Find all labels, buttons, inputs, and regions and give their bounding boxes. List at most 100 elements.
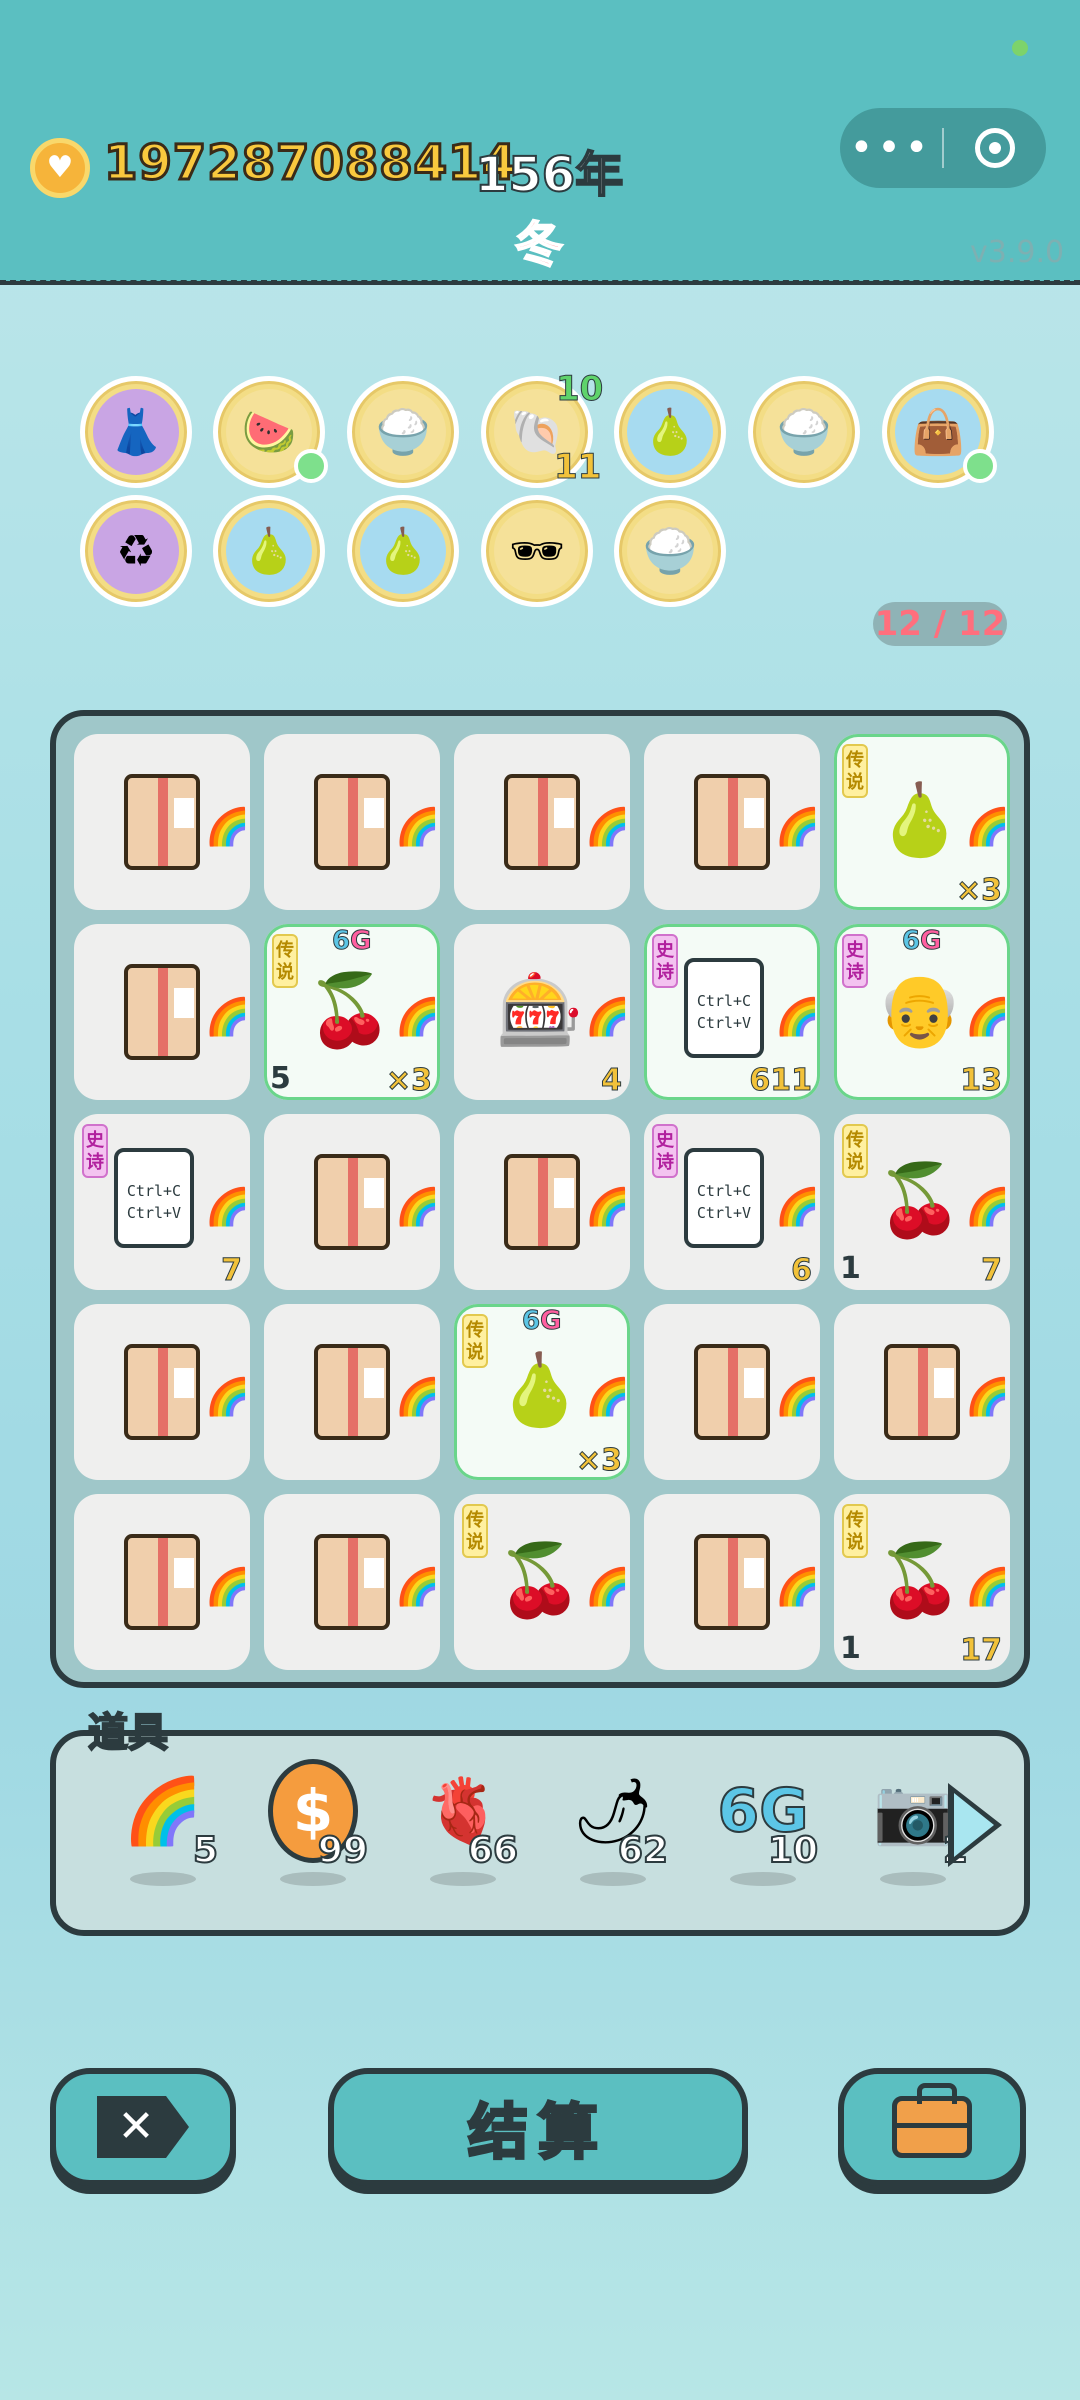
item-level: 1 — [840, 1631, 861, 1666]
board-cell[interactable]: 👴 🌈 史诗 6G 13 — [834, 924, 1010, 1100]
board-cell[interactable]: 🍒 🌈 传说 — [454, 1494, 630, 1670]
board-cell[interactable]: 🌈 — [454, 1114, 630, 1290]
exit-button[interactable]: ✕ — [50, 2068, 236, 2186]
board-cell[interactable]: 🌈 — [264, 1494, 440, 1670]
cardboard-box-icon — [314, 1154, 390, 1250]
board-cell[interactable]: 🍒 🌈 传说 1 7 — [834, 1114, 1010, 1290]
tool-item[interactable]: 🌈 5 — [108, 1766, 219, 1906]
board-cell[interactable]: 🎰 🌈 4 — [454, 924, 630, 1100]
rainbow-icon: 🌈 — [585, 807, 630, 848]
status-effect[interactable]: 🍐 — [614, 376, 726, 488]
tools-next-button[interactable] — [948, 1783, 1002, 1867]
status-effect[interactable]: 🍚 — [347, 376, 459, 488]
rainbow-icon: 🌈 — [775, 807, 820, 848]
sixg-badge: 6G — [901, 926, 942, 957]
status-effect[interactable]: 🍉 — [213, 376, 328, 488]
copy-paste-card-icon: Ctrl+C Ctrl+V — [684, 1138, 790, 1248]
rainbow-icon: 🌈 — [585, 1377, 630, 1418]
cardboard-box-icon — [314, 1344, 390, 1440]
board-cell[interactable]: Ctrl+C Ctrl+V 🌈 史诗 6 — [644, 1114, 820, 1290]
rice-bowls-icon: 🍚 — [761, 389, 847, 475]
tool-shadow — [280, 1872, 346, 1886]
chevron-right-icon — [954, 1793, 994, 1857]
board-cell[interactable]: 🌈 — [264, 1304, 440, 1480]
tool-item[interactable]: 6G 10 — [708, 1766, 819, 1906]
rarity-tag: 史诗 — [82, 1124, 108, 1178]
status-effect[interactable]: 🍐 — [213, 495, 325, 607]
status-bottom-number: 11 — [553, 447, 602, 488]
tool-item[interactable]: $99 — [258, 1759, 369, 1906]
rainbow-icon: 🌈 — [775, 997, 820, 1038]
version-label: v3.9.0 — [970, 235, 1065, 270]
copy-text: Ctrl+C — [696, 992, 752, 1010]
board-cell[interactable]: 🌈 — [644, 1494, 820, 1670]
board-cell[interactable]: 🌈 — [74, 1494, 250, 1670]
board-cell[interactable]: 🍒 🌈 传说 6G 5 ×3 — [264, 924, 440, 1100]
board-cell[interactable]: 🌈 — [74, 924, 250, 1100]
cardboard-box-icon — [504, 1154, 580, 1250]
season-label: 冬 — [514, 216, 564, 274]
board-cell[interactable]: 🌈 — [834, 1304, 1010, 1480]
tool-item[interactable]: 🫀 66 — [408, 1766, 519, 1906]
board-cell[interactable]: Ctrl+C Ctrl+V 🌈 史诗 7 — [74, 1114, 250, 1290]
pomelo-icon: 🍐 — [627, 389, 713, 475]
rainbow-icon: 🌈 — [395, 997, 440, 1038]
copy-text: Ctrl+C — [126, 1182, 182, 1200]
briefcase-icon — [892, 2083, 972, 2158]
longan-icon: 🍒 — [306, 968, 394, 1051]
crowned-pomelo-icon: 🍐 — [496, 1348, 584, 1431]
tools-label: 道具 — [87, 1709, 169, 1757]
cardboard-box-icon — [124, 1344, 200, 1440]
status-effect[interactable]: 🍐 — [347, 495, 459, 607]
board-cell[interactable]: 🌈 — [264, 734, 440, 910]
status-effect[interactable]: 🍚 — [614, 495, 726, 607]
board-cell[interactable]: 🌈 — [644, 1304, 820, 1480]
rarity-tag: 传说 — [462, 1504, 488, 1558]
tool-item[interactable]: 🌶 62 — [558, 1766, 669, 1906]
settle-button[interactable]: 结算 — [328, 2068, 748, 2186]
board-cell[interactable]: 🍐 🌈 传说 ×3 — [834, 734, 1010, 910]
tool-count: 5 — [192, 1829, 219, 1872]
cardboard-box-icon — [694, 774, 770, 870]
active-indicator — [963, 449, 997, 483]
rarity-tag: 传说 — [272, 934, 298, 988]
board-cell[interactable]: 🍐 🌈 传说 6G ×3 — [454, 1304, 630, 1480]
board-cell[interactable]: 🍒 🌈 传说 1 17 — [834, 1494, 1010, 1670]
rainbow-icon: 🌈 — [395, 807, 440, 848]
board-cell[interactable]: 🌈 — [644, 734, 820, 910]
status-effect[interactable]: 🍚 — [748, 376, 860, 488]
status-effect[interactable]: 👜 — [882, 376, 997, 488]
status-effect[interactable]: 👗 — [80, 376, 192, 488]
tool-shadow — [880, 1872, 946, 1886]
sixg-letter: G — [920, 926, 942, 957]
rice-bowls-icon: 🍚 — [360, 389, 446, 475]
tool-shadow — [130, 1872, 196, 1886]
board-cell[interactable]: 🌈 — [454, 734, 630, 910]
rainbow-icon: 🌈 — [395, 1377, 440, 1418]
board-cell[interactable]: 🌈 — [264, 1114, 440, 1290]
item-count: 7 — [981, 1253, 1003, 1289]
status-effect[interactable]: ♻ — [80, 495, 192, 607]
item-count: ×3 — [955, 873, 1002, 909]
status-effect[interactable]: 🕶 — [481, 495, 593, 607]
pomelo-icon: 🍐 — [360, 508, 446, 594]
longan-icon: 🍒 — [876, 1158, 964, 1241]
inventory-button[interactable] — [838, 2068, 1026, 2186]
rarity-tag: 传说 — [462, 1314, 488, 1368]
rarity-tag: 传说 — [842, 744, 868, 798]
more-menu-button[interactable]: ••• — [840, 128, 942, 168]
year-label: 156年 — [474, 146, 624, 204]
active-indicator — [294, 449, 328, 483]
status-effect[interactable]: 🐚 10 11 — [481, 369, 604, 488]
board-cell[interactable]: Ctrl+C Ctrl+V 🌈 史诗 611 — [644, 924, 820, 1100]
status-dot — [1012, 40, 1028, 56]
gacha-machine-icon: 🎰 — [496, 968, 584, 1051]
coin-total: 197287088414 — [103, 134, 518, 193]
close-miniprogram-button[interactable] — [944, 128, 1046, 168]
item-level: 1 — [840, 1251, 861, 1286]
rarity-tag: 传说 — [842, 1504, 868, 1558]
cardboard-box-icon — [124, 1534, 200, 1630]
crowned-pomelo-icon: 🍐 — [876, 778, 964, 861]
board-cell[interactable]: 🌈 — [74, 1304, 250, 1480]
board-cell[interactable]: 🌈 — [74, 734, 250, 910]
